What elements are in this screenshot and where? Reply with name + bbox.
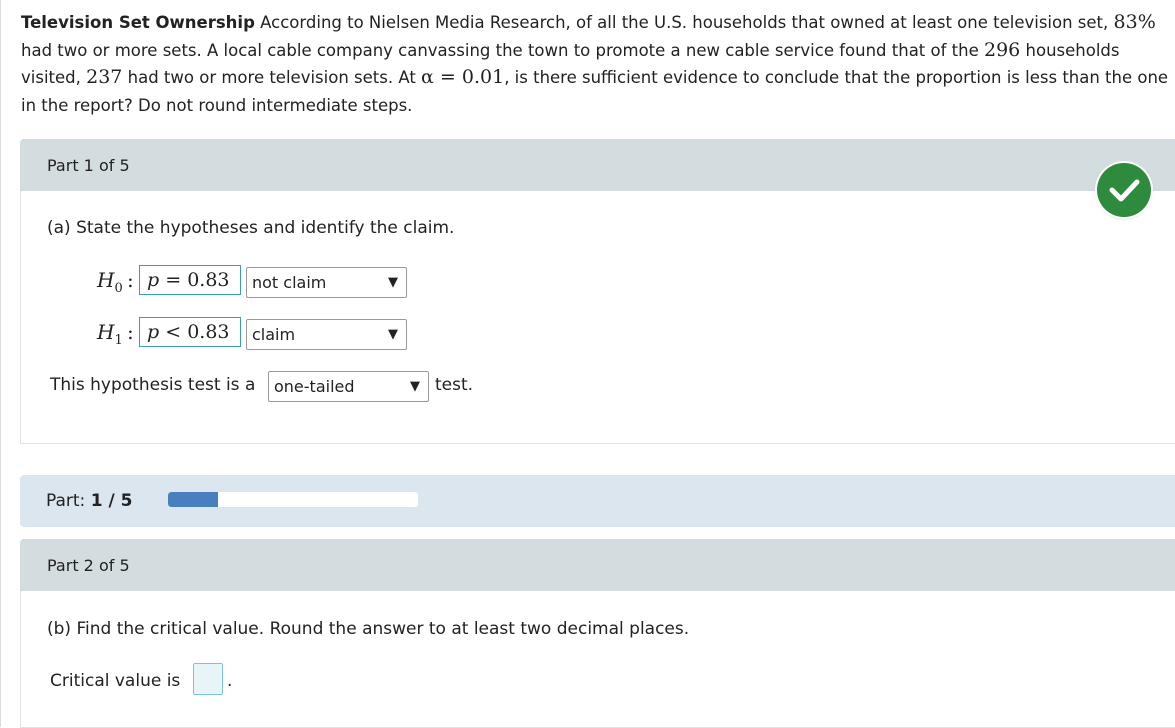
part2-header-label: Part 2 of 5 — [47, 556, 130, 575]
h0-colon: : — [127, 268, 134, 292]
chevron-down-icon: ▼ — [388, 327, 398, 342]
h1-expression-input[interactable]: p < 0.83 — [139, 317, 241, 347]
problem-alpha: α = 0.01 — [421, 66, 505, 88]
part1-header[interactable]: Part 1 of 5 — [20, 139, 1175, 191]
part2-question: (b) Find the critical value. Round the a… — [47, 619, 690, 639]
part-progress: Part: 1 / 5 — [20, 475, 1175, 527]
part2-header[interactable]: Part 2 of 5 — [20, 539, 1175, 591]
problem-statement: Television Set Ownership According to Ni… — [21, 9, 1175, 119]
h1-colon: : — [127, 320, 134, 344]
critical-value-label: Critical value is — [50, 671, 181, 691]
left-border — [0, 0, 1, 727]
part2-body — [20, 591, 1175, 728]
problem-text-2: had two or more sets. A local cable comp… — [21, 40, 979, 60]
problem-text-1: According to Nielsen Media Research, of … — [260, 13, 1109, 32]
h1-label: H1 — [97, 320, 123, 348]
critical-value-input[interactable] — [193, 663, 223, 695]
h0-label: H0 — [97, 268, 123, 296]
critical-value-period: . — [227, 671, 233, 691]
test-type-select[interactable]: one-tailed ▼ — [268, 371, 429, 402]
progress-track — [168, 492, 418, 507]
h0-expression-input[interactable]: p = 0.83 — [139, 265, 241, 295]
part1-question: (a) State the hypotheses and identify th… — [47, 218, 455, 238]
progress-fill — [168, 492, 218, 507]
problem-sample-size: 296 — [984, 38, 1021, 61]
chevron-down-icon: ▼ — [410, 379, 420, 394]
test-type-suffix: test. — [435, 375, 474, 395]
problem-percent: 83% — [1113, 11, 1156, 33]
h0-claim-select[interactable]: not claim ▼ — [246, 267, 407, 298]
h1-claim-select[interactable]: claim ▼ — [246, 319, 407, 350]
problem-title: Television Set Ownership — [21, 13, 255, 32]
checkmark-icon — [1097, 163, 1151, 217]
chevron-down-icon: ▼ — [388, 275, 398, 290]
test-type-prefix: This hypothesis test is a — [50, 375, 256, 395]
part1-header-label: Part 1 of 5 — [47, 156, 130, 175]
problem-text-4: had two or more television sets. At — [127, 68, 416, 87]
progress-label: Part: 1 / 5 — [46, 491, 133, 511]
problem-successes: 237 — [86, 66, 123, 88]
